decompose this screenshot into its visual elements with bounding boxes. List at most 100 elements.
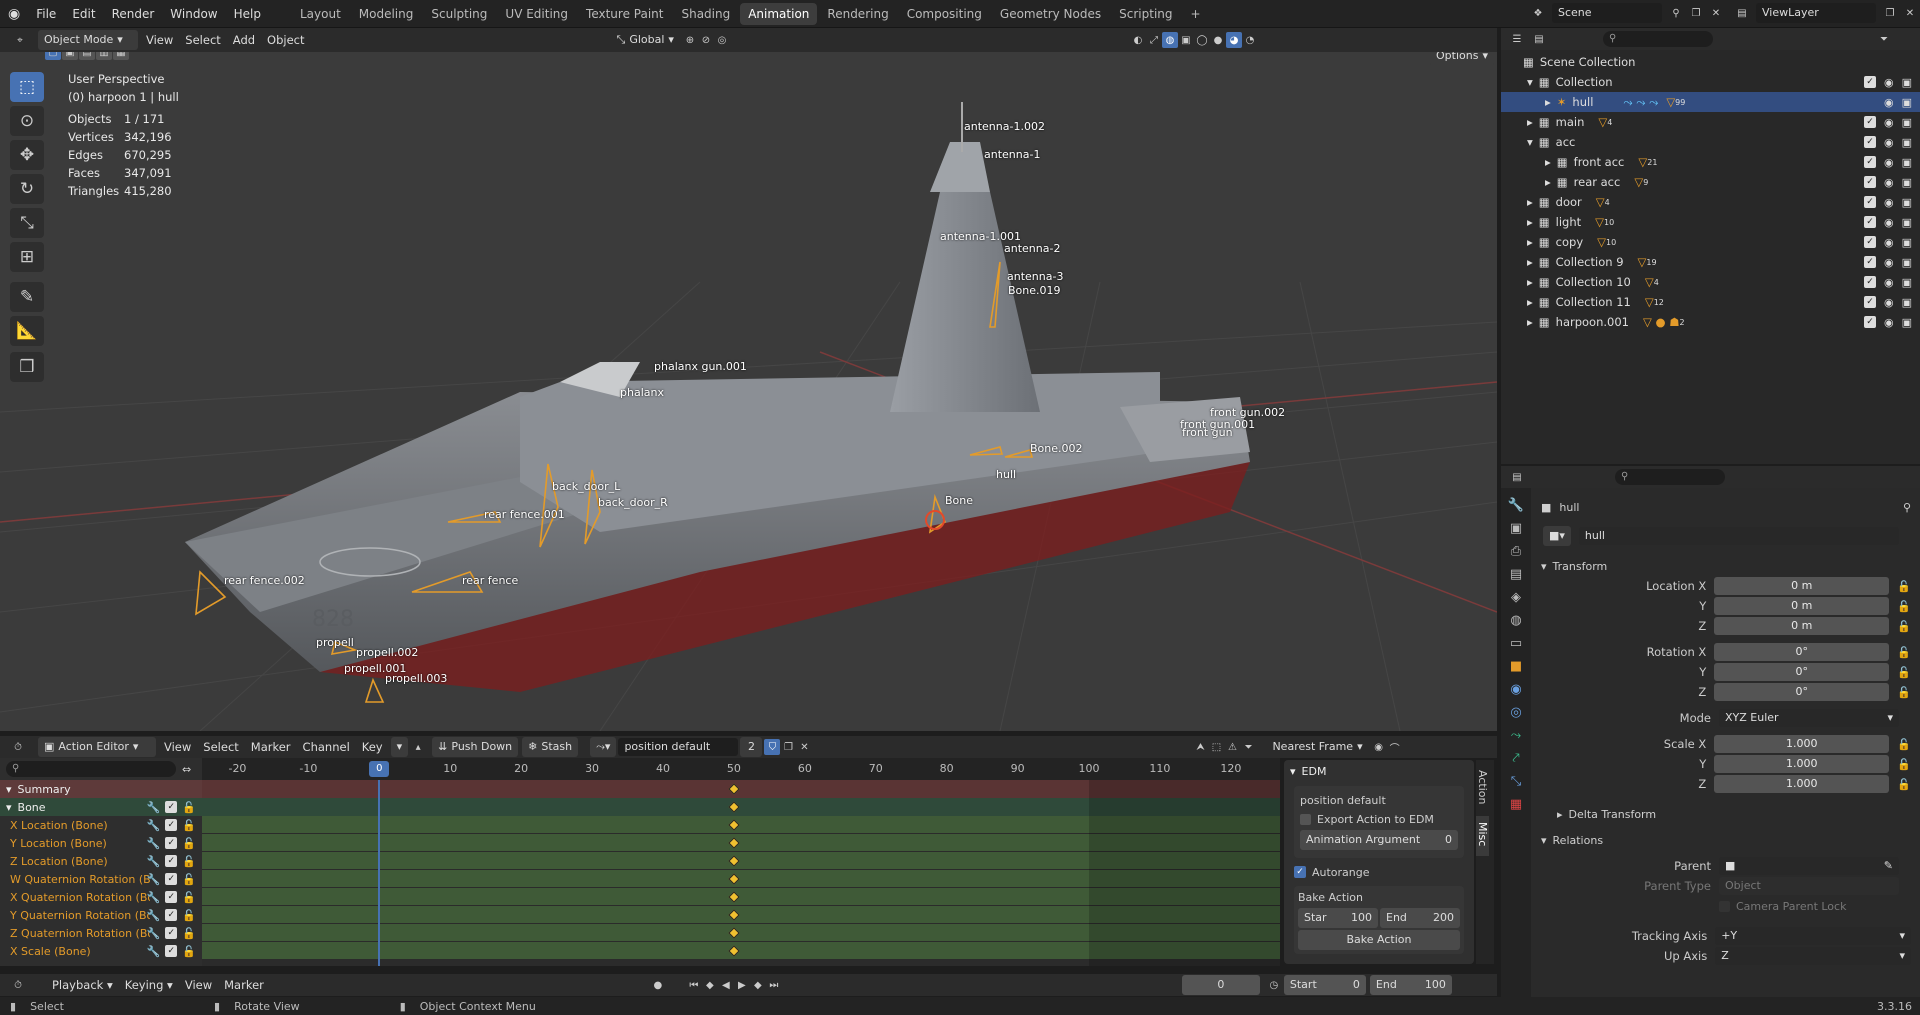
camera-icon[interactable]: ▣ <box>1902 216 1912 229</box>
outliner-row-collection[interactable]: ▾ ▦ Collection ✓ ◉ ▣ <box>1501 72 1920 92</box>
annotate-tool[interactable]: ✎ <box>10 282 44 312</box>
camera-icon[interactable]: ▣ <box>1902 316 1912 329</box>
camera-icon[interactable]: ▣ <box>1902 116 1912 129</box>
solid-shading-icon[interactable]: ● <box>1210 32 1226 48</box>
checkbox-icon[interactable]: ✓ <box>1863 255 1876 268</box>
mode-dropdown[interactable]: Object Mode ▾ <box>38 30 138 50</box>
playhead-frame[interactable]: 0 <box>369 761 390 777</box>
previous-layer-button[interactable]: ▾ <box>390 737 409 757</box>
lock-icon[interactable]: 🔓 <box>182 873 196 886</box>
show-hidden-icon[interactable]: ⬚ <box>1208 739 1224 755</box>
lock-icon[interactable]: 🔓 <box>1897 738 1911 751</box>
menu-add[interactable]: Add <box>227 29 261 51</box>
only-selected-icon[interactable]: ⮝ <box>1192 739 1208 755</box>
options-dropdown[interactable]: Options ▾ <box>1430 52 1494 66</box>
lock-icon[interactable]: 🔓 <box>182 891 196 904</box>
relations-section[interactable]: ▾ Relations <box>1541 830 1911 850</box>
camera-icon[interactable]: ▣ <box>1902 136 1912 149</box>
autorange-checkbox[interactable]: ✓ Autorange <box>1294 862 1464 882</box>
tab-shading[interactable]: Shading <box>673 3 738 25</box>
record-icon[interactable]: ● <box>650 977 666 993</box>
tab-scripting[interactable]: Scripting <box>1111 3 1180 25</box>
parent-type-dropdown[interactable]: Object <box>1719 877 1899 895</box>
material-shading-icon[interactable]: ◕ <box>1225 32 1242 48</box>
eyedropper-icon[interactable]: ✎ <box>1884 857 1893 875</box>
tab-sculpting[interactable]: Sculpting <box>423 3 495 25</box>
menu-select[interactable]: Select <box>197 736 244 758</box>
menu-view[interactable]: View <box>158 736 197 758</box>
edm-panel-header[interactable]: ▾ EDM <box>1284 760 1474 782</box>
camera-icon[interactable]: ▣ <box>1902 96 1912 109</box>
lock-icon[interactable]: 🔓 <box>182 927 196 940</box>
eye-icon[interactable]: ◉ <box>1884 116 1894 129</box>
menu-view[interactable]: View <box>140 29 179 51</box>
tab-geometry-nodes[interactable]: Geometry Nodes <box>992 3 1109 25</box>
unlink-action-icon[interactable]: ✕ <box>796 739 812 755</box>
playhead-line[interactable] <box>378 780 381 966</box>
eye-icon[interactable]: ◉ <box>1884 96 1894 109</box>
world-tab-icon[interactable]: ◍ <box>1510 613 1521 628</box>
checkbox-icon[interactable]: ✓ <box>1863 115 1876 128</box>
checkbox-icon[interactable]: ✓ <box>1863 75 1876 88</box>
swap-icon[interactable]: ⇔ <box>182 763 191 776</box>
lock-icon[interactable]: 🔓 <box>182 855 196 868</box>
select-intersect-icon[interactable]: ▦ <box>113 52 129 60</box>
wrench-icon[interactable]: 🔧 <box>147 837 161 850</box>
object-name-field[interactable]: hull <box>1578 527 1899 545</box>
menu-select[interactable]: Select <box>179 29 226 51</box>
camera-icon[interactable]: ▣ <box>1902 176 1912 189</box>
rotation-mode-dropdown[interactable]: XYZ Euler ▾ <box>1719 709 1899 727</box>
eye-icon[interactable]: ◉ <box>1884 296 1894 309</box>
select-box-tool[interactable]: ⬚ <box>10 72 44 102</box>
tab-animation[interactable]: Animation <box>740 2 818 25</box>
wrench-icon[interactable]: 🔧 <box>147 909 161 922</box>
wireframe-shading-icon[interactable]: ◯ <box>1194 32 1210 48</box>
checkbox-icon[interactable]: ✓ <box>1863 295 1876 308</box>
checkbox-icon[interactable]: ✓ <box>1863 195 1876 208</box>
lock-icon[interactable]: 🔓 <box>1897 600 1911 613</box>
outliner-editor-icon[interactable]: ☰ <box>1509 31 1525 47</box>
snap-icon[interactable]: ⊘ <box>698 32 714 48</box>
bone-label[interactable]: hull <box>996 468 1016 481</box>
channel-search-input[interactable]: ⚲ <box>6 761 176 777</box>
clock-icon[interactable]: ◷ <box>1266 977 1282 993</box>
channel-row[interactable]: X Location (Bone) 🔧 ✓ 🔓 <box>0 816 202 834</box>
channel-row[interactable]: Y Location (Bone) 🔧 ✓ 🔓 <box>0 834 202 852</box>
bone-label[interactable]: phalanx <box>620 386 664 399</box>
camera-icon[interactable]: ▣ <box>1902 156 1912 169</box>
proportional-edit-icon[interactable]: ◎ <box>714 32 730 48</box>
tracking-axis-dropdown[interactable]: +Y ▾ <box>1715 927 1911 945</box>
jump-end-icon[interactable]: ⏭ <box>766 977 782 993</box>
menu-view[interactable]: View <box>179 974 218 996</box>
scene-tab-icon[interactable]: ◈ <box>1511 590 1521 605</box>
camera-parent-lock-checkbox[interactable]: Camera Parent Lock <box>1719 900 1846 913</box>
view-layer-field[interactable]: ViewLayer <box>1756 3 1876 23</box>
rendered-shading-icon[interactable]: ◔ <box>1242 32 1258 48</box>
action-browse-button[interactable]: ⤳▾ <box>590 737 617 757</box>
lock-icon[interactable]: 🔓 <box>182 909 196 922</box>
editor-mode-dropdown[interactable]: ▣ Action Editor ▾ <box>38 737 156 757</box>
action-users-count[interactable]: 2 <box>740 737 763 757</box>
wrench-icon[interactable]: 🔧 <box>147 891 161 904</box>
bone-label[interactable]: propell <box>316 636 354 649</box>
tab-layout[interactable]: Layout <box>292 3 349 25</box>
view-layer-tab-icon[interactable]: ▤ <box>1510 567 1522 582</box>
menu-render[interactable]: Render <box>104 0 163 28</box>
push-down-button[interactable]: ⇊ Push Down <box>432 737 519 757</box>
camera-icon[interactable]: ▣ <box>1902 296 1912 309</box>
wrench-icon[interactable]: 🔧 <box>147 801 161 814</box>
delta-transform-section[interactable]: ▸ Delta Transform <box>1541 804 1911 824</box>
wrench-icon[interactable]: 🔧 <box>147 819 161 832</box>
menu-marker[interactable]: Marker <box>245 736 297 758</box>
blender-logo-icon[interactable]: ◉ <box>0 0 28 28</box>
wrench-icon[interactable]: 🔧 <box>147 927 161 940</box>
tab-action[interactable]: Action <box>1476 760 1489 810</box>
pivot-icon[interactable]: ⊕ <box>682 32 698 48</box>
parent-field[interactable]: ■ ✎ <box>1719 857 1899 875</box>
bone-label[interactable]: back_door_R <box>598 496 668 509</box>
bake-end-field[interactable]: End 200 <box>1380 908 1460 928</box>
camera-icon[interactable]: ▣ <box>1902 76 1912 89</box>
filter-icon[interactable]: ⏷ <box>1876 31 1892 47</box>
scene-collection-row[interactable]: ▦ Scene Collection <box>1501 52 1920 72</box>
checkbox-icon[interactable]: ✓ <box>165 818 178 831</box>
